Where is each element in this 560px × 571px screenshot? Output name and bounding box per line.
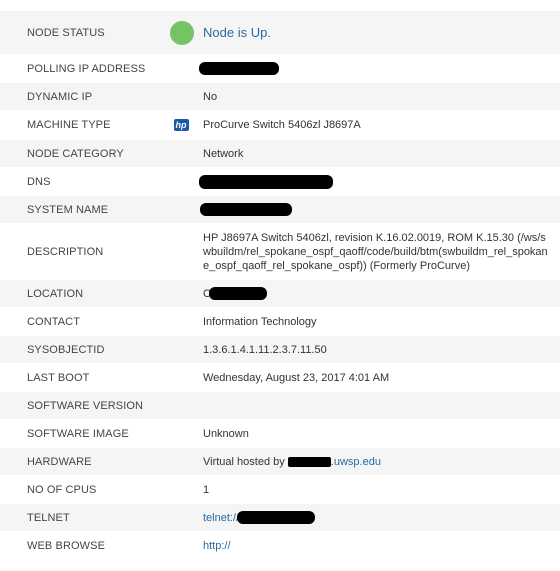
row-location: LOCATION C: [0, 279, 560, 307]
machine-type-label: MACHINE TYPE: [27, 119, 111, 131]
dynamic-ip-value: No: [203, 90, 218, 103]
polling-ip-label: POLLING IP ADDRESS: [27, 62, 146, 75]
telnet-link[interactable]: telnet://: [203, 512, 239, 524]
machine-type-value: ProCurve Switch 5406zl J8697A: [203, 119, 361, 131]
row-system-name: SYSTEM NAME: [0, 195, 560, 223]
row-software-image: SOFTWARE IMAGE Unknown: [0, 419, 560, 447]
web-browse-label: WEB BROWSE: [27, 539, 106, 552]
software-version-label: SOFTWARE VERSION: [27, 399, 144, 412]
web-browse-link[interactable]: http://: [203, 539, 560, 553]
row-telnet: TELNET telnet://: [0, 503, 560, 531]
row-node-status: NODE STATUS Node is Up.: [0, 10, 560, 54]
redacted-telnet-host: [237, 511, 316, 525]
node-details-table: NODE STATUS Node is Up. POLLING IP ADDRE…: [0, 0, 560, 559]
row-machine-type: MACHINE TYPE hp ProCurve Switch 5406zl J…: [0, 110, 560, 139]
description-label: DESCRIPTION: [27, 245, 104, 258]
node-status-value[interactable]: Node is Up.: [203, 25, 560, 40]
redacted-hardware-host: [287, 456, 331, 467]
last-boot-label: LAST BOOT: [27, 371, 90, 384]
status-up-icon: [170, 20, 194, 45]
row-hardware: HARDWARE Virtual hosted by .uwsp.edu: [0, 447, 560, 475]
contact-label: CONTACT: [27, 315, 81, 328]
hardware-host-link[interactable]: .uwsp.edu: [331, 456, 381, 468]
row-last-boot: LAST BOOT Wednesday, August 23, 2017 4:0…: [0, 363, 560, 391]
dns-label: DNS: [27, 175, 51, 188]
row-contact: CONTACT Information Technology: [0, 307, 560, 335]
hardware-prefix: Virtual hosted by: [203, 455, 288, 468]
no-of-cpus-label: NO OF CPUS: [27, 483, 97, 496]
dynamic-ip-label: DYNAMIC IP: [27, 90, 93, 103]
redacted-location: [208, 287, 267, 301]
row-dynamic-ip: DYNAMIC IP No: [0, 82, 560, 110]
redacted-dns: [199, 174, 333, 189]
telnet-label: TELNET: [27, 511, 70, 524]
node-category-value: Network: [203, 147, 244, 160]
contact-value: Information Technology: [203, 315, 317, 328]
row-node-category: NODE CATEGORY Network: [0, 139, 560, 167]
hp-logo-icon: hp: [173, 119, 189, 131]
row-no-of-cpus: NO OF CPUS 1: [0, 475, 560, 503]
row-sysobjectid: SYSOBJECTID 1.3.6.1.4.1.11.2.3.7.11.50: [0, 335, 560, 363]
node-status-label: NODE STATUS: [27, 26, 105, 39]
description-value: HP J8697A Switch 5406zl, revision K.16.0…: [203, 231, 548, 272]
row-dns: DNS: [0, 167, 560, 195]
software-image-label: SOFTWARE IMAGE: [27, 427, 129, 440]
redacted-polling-ip: [199, 62, 279, 76]
sysobjectid-label: SYSOBJECTID: [27, 343, 105, 356]
hardware-label: HARDWARE: [27, 455, 92, 468]
location-label: LOCATION: [27, 287, 84, 300]
row-web-browse: WEB BROWSE http://: [0, 531, 560, 559]
last-boot-value: Wednesday, August 23, 2017 4:01 AM: [203, 371, 390, 384]
sysobjectid-value: 1.3.6.1.4.1.11.2.3.7.11.50: [203, 343, 327, 356]
row-polling-ip: POLLING IP ADDRESS: [0, 54, 560, 82]
system-name-label: SYSTEM NAME: [27, 203, 109, 216]
row-software-version: SOFTWARE VERSION: [0, 391, 560, 419]
node-category-label: NODE CATEGORY: [27, 147, 124, 160]
row-description: DESCRIPTION HP J8697A Switch 5406zl, rev…: [0, 223, 560, 279]
redacted-system-name: [200, 203, 292, 217]
no-of-cpus-value: 1: [203, 483, 210, 496]
software-image-value: Unknown: [203, 427, 249, 440]
